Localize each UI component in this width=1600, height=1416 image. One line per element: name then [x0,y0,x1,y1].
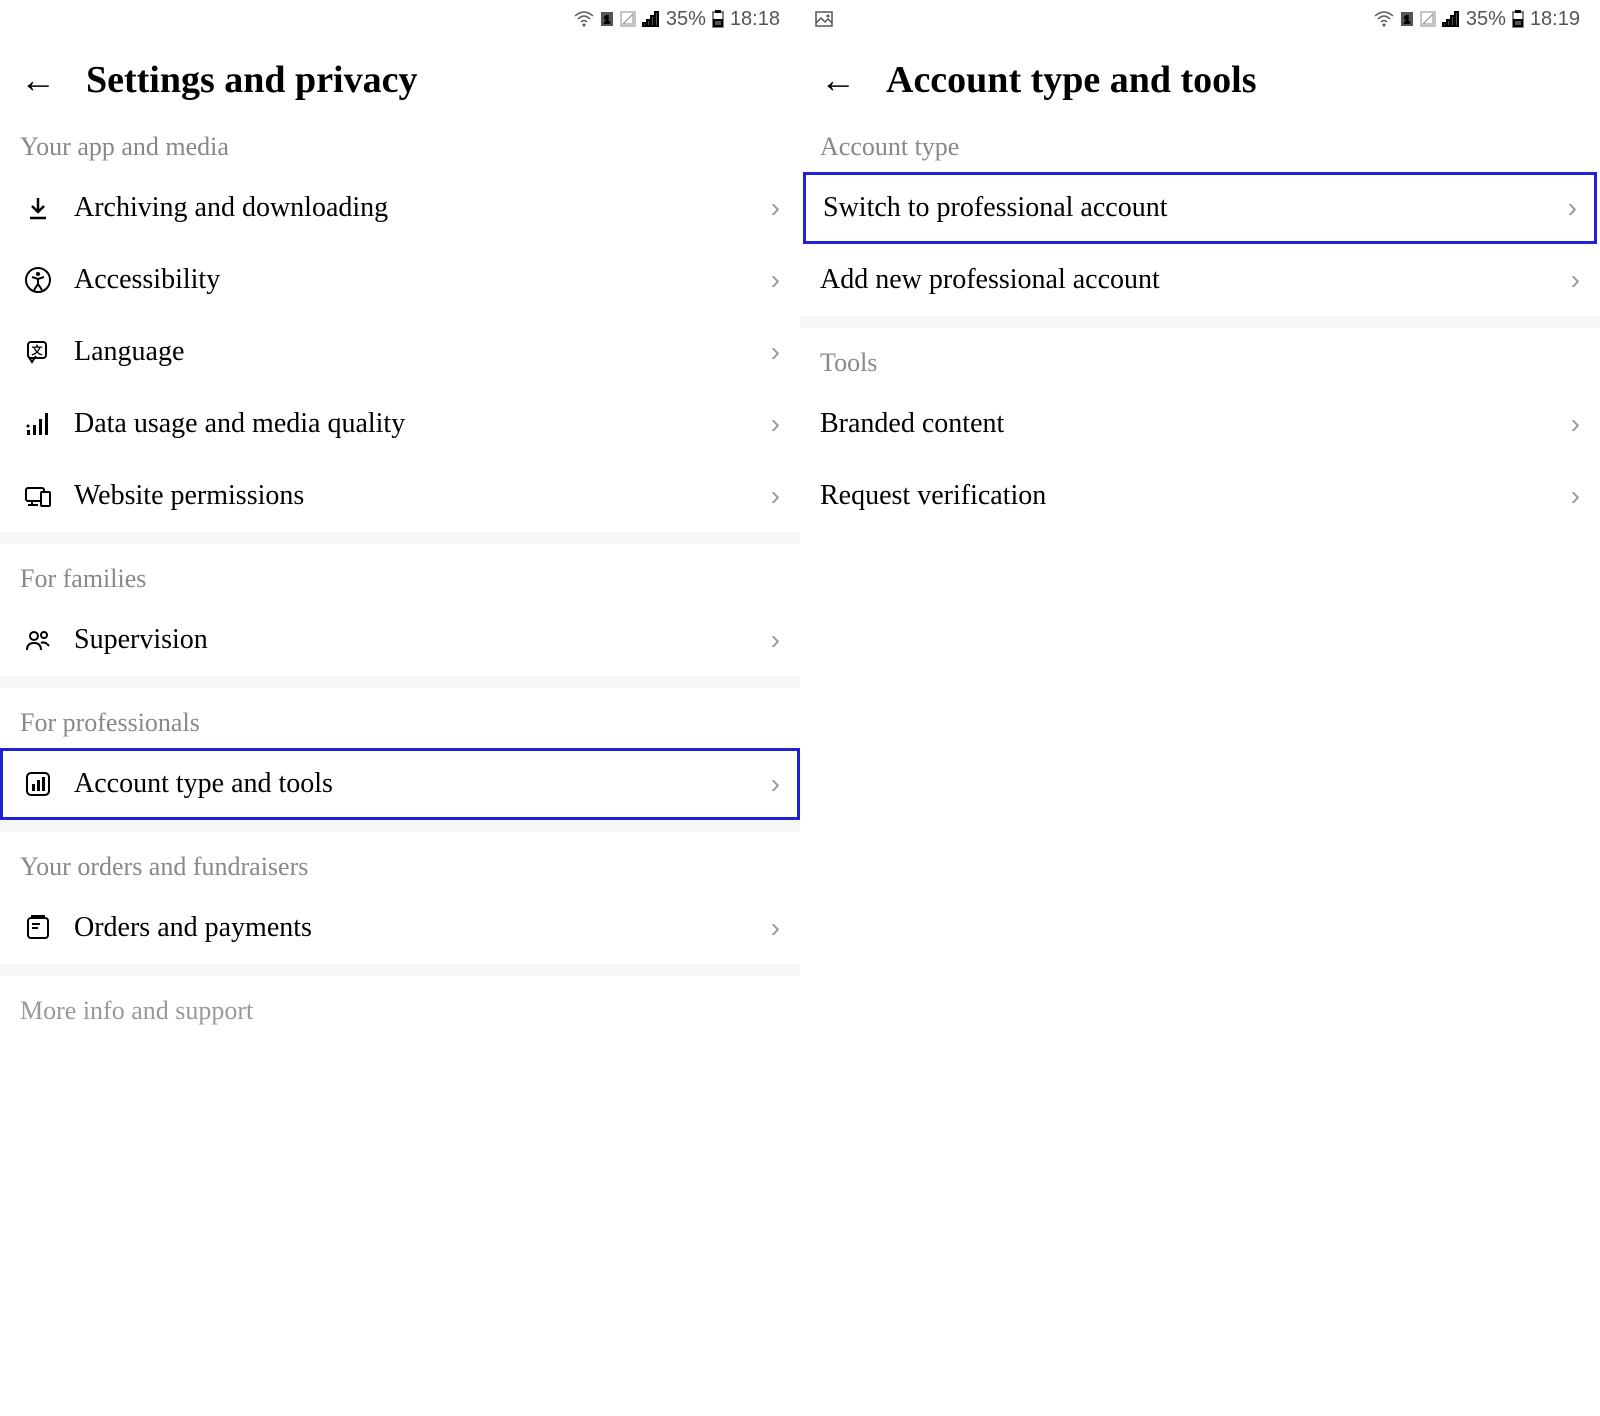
item-request-verification[interactable]: Request verification › [800,460,1600,532]
chevron-right-icon: › [771,912,780,944]
download-icon [20,190,56,226]
section-divider [0,964,800,976]
item-add-professional[interactable]: Add new professional account › [800,244,1600,316]
header-right: ← Account type and tools [800,38,1600,112]
orders-icon [20,910,56,946]
item-accessibility[interactable]: Accessibility › [0,244,800,316]
section-header-app-media: Your app and media [0,112,800,172]
language-icon: 文 [20,334,56,370]
screen-account-type-tools: 1 35% 18:19 ← Account type and tools Acc… [800,0,1600,1416]
chevron-right-icon: › [771,624,780,656]
chevron-right-icon: › [771,264,780,296]
section-divider [0,820,800,832]
header-left: ← Settings and privacy [0,38,800,112]
chevron-right-icon: › [771,480,780,512]
chevron-right-icon: › [771,408,780,440]
status-bar-right: 1 35% 18:19 [800,0,1600,38]
item-archiving-downloading[interactable]: Archiving and downloading › [0,172,800,244]
item-language[interactable]: 文 Language › [0,316,800,388]
item-supervision[interactable]: Supervision › [0,604,800,676]
screen-settings-privacy: 1 35% 18:18 ← Settings and privacy Your … [0,0,800,1416]
signal-icon-2 [642,11,660,27]
item-label: Website permissions [74,480,771,512]
wifi-icon [574,11,594,27]
section-header-tools: Tools [800,328,1600,388]
item-label: Add new professional account [820,264,1571,296]
picture-icon [815,11,833,27]
chart-icon [20,766,56,802]
chevron-right-icon: › [1568,192,1577,224]
battery-percent: 35% [1466,8,1506,31]
item-switch-professional[interactable]: Switch to professional account › [803,172,1597,244]
devices-icon [20,478,56,514]
item-label: Language [74,336,771,368]
item-branded-content[interactable]: Branded content › [800,388,1600,460]
item-label: Branded content [820,408,1571,440]
status-time: 18:19 [1530,8,1580,31]
item-label: Archiving and downloading [74,192,771,224]
section-divider [0,532,800,544]
signal-bars-icon [20,406,56,442]
wifi-icon [1374,11,1394,27]
item-website-permissions[interactable]: Website permissions › [0,460,800,532]
signal-icon-2 [1442,11,1460,27]
item-label: Supervision [74,624,771,656]
sim-icon: 1 [600,11,614,27]
back-button[interactable]: ← [20,59,56,101]
item-label: Data usage and media quality [74,408,771,440]
chevron-right-icon: › [1571,480,1580,512]
chevron-right-icon: › [771,336,780,368]
item-label: Accessibility [74,264,771,296]
svg-text:文: 文 [32,343,44,357]
status-time: 18:18 [730,8,780,31]
chevron-right-icon: › [1571,264,1580,296]
svg-text:1: 1 [1404,15,1410,26]
battery-percent: 35% [666,8,706,31]
battery-icon [1512,10,1524,28]
section-header-professionals: For professionals [0,688,800,748]
item-label: Request verification [820,480,1571,512]
item-account-type-tools[interactable]: Account type and tools › [0,748,800,820]
page-title: Settings and privacy [86,58,417,102]
chevron-right-icon: › [771,768,780,800]
status-bar-left: 1 35% 18:18 [0,0,800,38]
chevron-right-icon: › [1571,408,1580,440]
battery-icon [712,10,724,28]
item-data-usage[interactable]: Data usage and media quality › [0,388,800,460]
item-orders-payments[interactable]: Orders and payments › [0,892,800,964]
back-button[interactable]: ← [820,59,856,101]
signal-icon-1 [620,11,636,27]
section-divider [0,676,800,688]
section-divider [800,316,1600,328]
people-icon [20,622,56,658]
page-title: Account type and tools [886,58,1257,102]
svg-text:1: 1 [604,15,610,26]
item-label: Switch to professional account [823,192,1568,224]
chevron-right-icon: › [771,192,780,224]
sim-icon: 1 [1400,11,1414,27]
section-header-more-info: More info and support [0,976,800,1036]
section-header-account-type: Account type [800,112,1600,172]
item-label: Orders and payments [74,912,771,944]
section-header-orders: Your orders and fundraisers [0,832,800,892]
signal-icon-1 [1420,11,1436,27]
section-header-families: For families [0,544,800,604]
accessibility-icon [20,262,56,298]
item-label: Account type and tools [74,768,771,800]
